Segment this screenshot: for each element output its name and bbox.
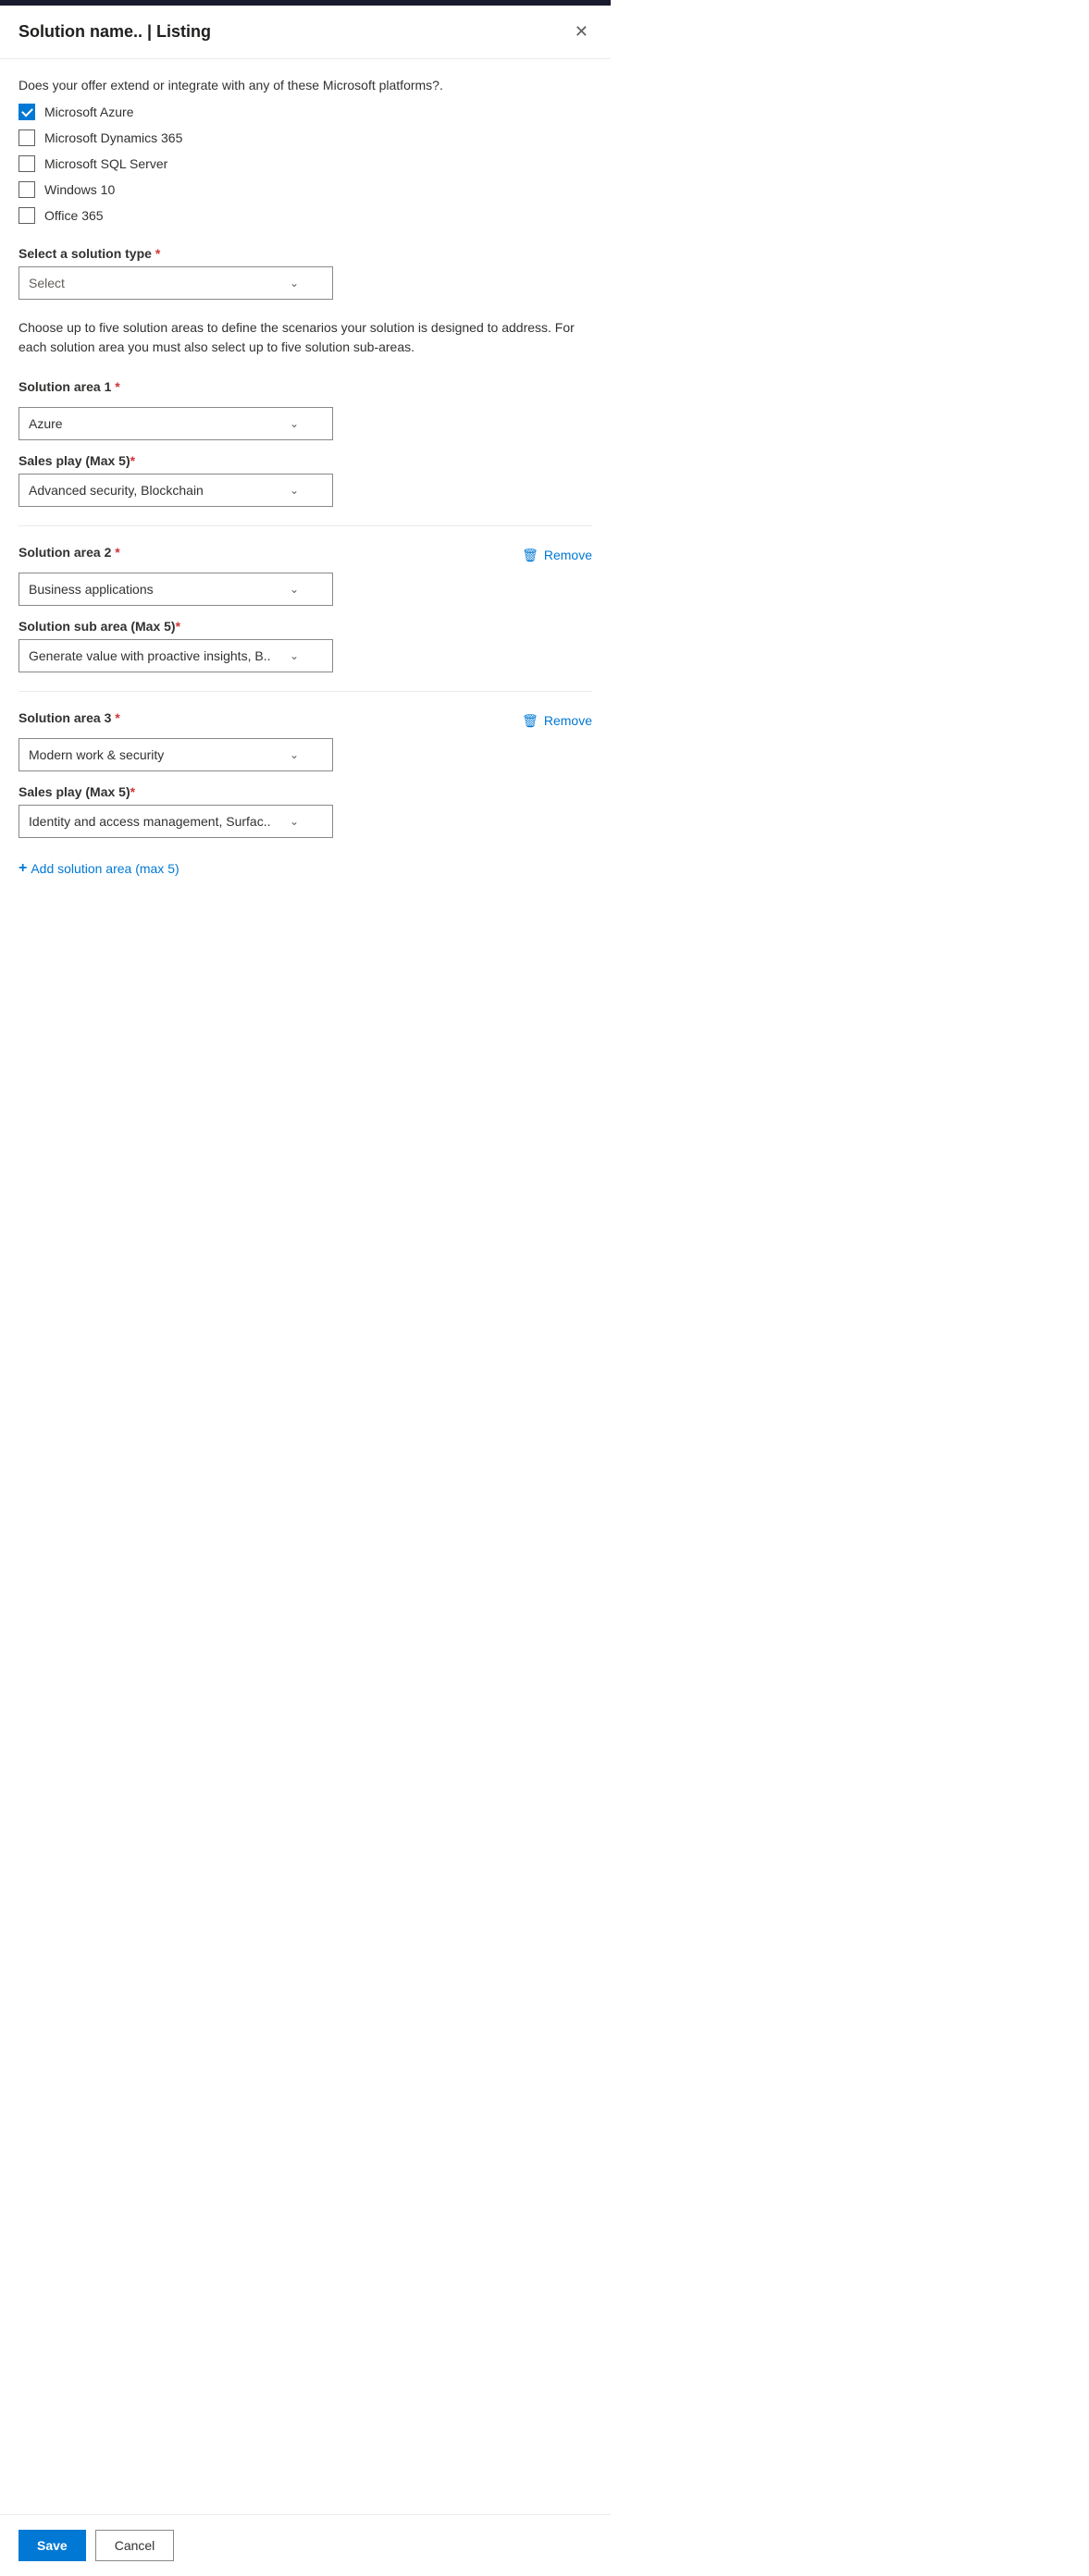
- required-marker: *: [176, 619, 180, 634]
- sales-play-value-3: Identity and access management, Surfac..: [29, 814, 282, 829]
- sales-play-label-2: Solution sub area (Max 5)*: [19, 619, 592, 634]
- solution-area-value-1: Azure: [29, 416, 282, 431]
- chevron-down-icon: ⌄: [290, 277, 299, 290]
- sales-play-group-2: Solution sub area (Max 5)* Generate valu…: [19, 619, 592, 672]
- dialog-header: Solution name.. | Listing ✕: [0, 6, 611, 59]
- close-icon: ✕: [575, 22, 588, 42]
- checkbox-item-office[interactable]: Office 365: [19, 207, 592, 224]
- sales-play-label-1: Sales play (Max 5)*: [19, 453, 592, 468]
- close-button[interactable]: ✕: [571, 18, 592, 45]
- solution-area-label-1: Solution area 1 *: [19, 379, 120, 394]
- checkbox-label-office: Office 365: [44, 208, 104, 223]
- checkbox-office[interactable]: [19, 207, 35, 224]
- solution-area-block-1: Solution area 1 * Azure ⌄ Sales play (Ma…: [19, 379, 592, 507]
- remove-label: Remove: [544, 548, 592, 562]
- chevron-down-icon: ⌄: [290, 748, 299, 761]
- sales-play-group-1: Sales play (Max 5)* Advanced security, B…: [19, 453, 592, 507]
- checkbox-item-sql[interactable]: Microsoft SQL Server: [19, 155, 592, 172]
- solution-type-label: Select a solution type *: [19, 246, 592, 261]
- remove-button-2[interactable]: 🗑 Remove: [522, 548, 592, 563]
- required-marker: *: [130, 784, 135, 799]
- divider-2: [19, 691, 592, 692]
- solution-area-dropdown-2[interactable]: Business applications ⌄: [19, 573, 333, 606]
- sales-play-group-3: Sales play (Max 5)* Identity and access …: [19, 784, 592, 838]
- sales-play-value-2: Generate value with proactive insights, …: [29, 648, 282, 663]
- solution-area-header-2: Solution area 2 * 🗑 Remove: [19, 545, 592, 565]
- save-button[interactable]: Save: [19, 2530, 86, 2561]
- checkbox-item-windows[interactable]: Windows 10: [19, 181, 592, 198]
- chevron-down-icon: ⌄: [290, 417, 299, 430]
- dialog-body: Does your offer extend or integrate with…: [0, 59, 611, 877]
- remove-label: Remove: [544, 713, 592, 728]
- sales-play-value-1: Advanced security, Blockchain: [29, 483, 282, 498]
- required-marker: *: [155, 246, 160, 261]
- solution-area-block-3: Solution area 3 * 🗑 Remove Modern work & s…: [19, 710, 592, 838]
- required-marker: *: [130, 453, 135, 468]
- trash-icon: 🗑: [522, 713, 538, 729]
- trash-icon: 🗑: [522, 548, 538, 563]
- solution-area-value-2: Business applications: [29, 582, 282, 597]
- chevron-down-icon: ⌄: [290, 484, 299, 497]
- required-marker: *: [115, 545, 119, 560]
- checkbox-label-windows: Windows 10: [44, 182, 115, 197]
- checkbox-item-azure[interactable]: Microsoft Azure: [19, 104, 592, 120]
- required-marker: *: [115, 710, 119, 725]
- solution-area-dropdown-1[interactable]: Azure ⌄: [19, 407, 333, 440]
- chevron-down-icon: ⌄: [290, 815, 299, 828]
- cancel-button[interactable]: Cancel: [95, 2530, 175, 2561]
- solution-area-label-3: Solution area 3 *: [19, 710, 120, 725]
- solution-area-header-3: Solution area 3 * 🗑 Remove: [19, 710, 592, 731]
- plus-icon: +: [19, 860, 27, 877]
- sales-play-dropdown-1[interactable]: Advanced security, Blockchain ⌄: [19, 474, 333, 507]
- solution-area-value-3: Modern work & security: [29, 747, 282, 762]
- checkbox-label-sql: Microsoft SQL Server: [44, 156, 167, 171]
- checkbox-sql[interactable]: [19, 155, 35, 172]
- sales-play-label-3: Sales play (Max 5)*: [19, 784, 592, 799]
- add-solution-area-label: Add solution area (max 5): [31, 861, 179, 876]
- chevron-down-icon: ⌄: [290, 649, 299, 662]
- solution-area-label-2: Solution area 2 *: [19, 545, 120, 560]
- platform-question: Does your offer extend or integrate with…: [19, 78, 592, 92]
- checkbox-item-dynamics[interactable]: Microsoft Dynamics 365: [19, 129, 592, 146]
- platforms-group: Microsoft Azure Microsoft Dynamics 365 Mic…: [19, 104, 592, 224]
- solution-area-header-1: Solution area 1 *: [19, 379, 592, 400]
- checkbox-label-azure: Microsoft Azure: [44, 105, 133, 119]
- areas-description: Choose up to five solution areas to defi…: [19, 318, 592, 357]
- solution-type-dropdown[interactable]: Select ⌄: [19, 266, 333, 300]
- sales-play-dropdown-2[interactable]: Generate value with proactive insights, …: [19, 639, 333, 672]
- checkbox-azure[interactable]: [19, 104, 35, 120]
- solution-type-field: Select a solution type * Select ⌄: [19, 246, 592, 300]
- sales-play-dropdown-3[interactable]: Identity and access management, Surfac..…: [19, 805, 333, 838]
- solution-area-dropdown-3[interactable]: Modern work & security ⌄: [19, 738, 333, 771]
- solution-area-block-2: Solution area 2 * 🗑 Remove Business applic…: [19, 545, 592, 672]
- divider-1: [19, 525, 592, 526]
- checkbox-dynamics[interactable]: [19, 129, 35, 146]
- chevron-down-icon: ⌄: [290, 583, 299, 596]
- solution-areas-container: Solution area 1 * Azure ⌄ Sales play (Ma…: [19, 379, 592, 838]
- required-marker: *: [115, 379, 119, 394]
- checkbox-windows[interactable]: [19, 181, 35, 198]
- dialog-title: Solution name.. | Listing: [19, 22, 211, 42]
- solution-type-value: Select: [29, 276, 282, 290]
- footer: Save Cancel: [0, 2514, 611, 2576]
- add-solution-area-link[interactable]: + Add solution area (max 5): [19, 860, 592, 877]
- remove-button-3[interactable]: 🗑 Remove: [522, 713, 592, 729]
- checkbox-label-dynamics: Microsoft Dynamics 365: [44, 130, 182, 145]
